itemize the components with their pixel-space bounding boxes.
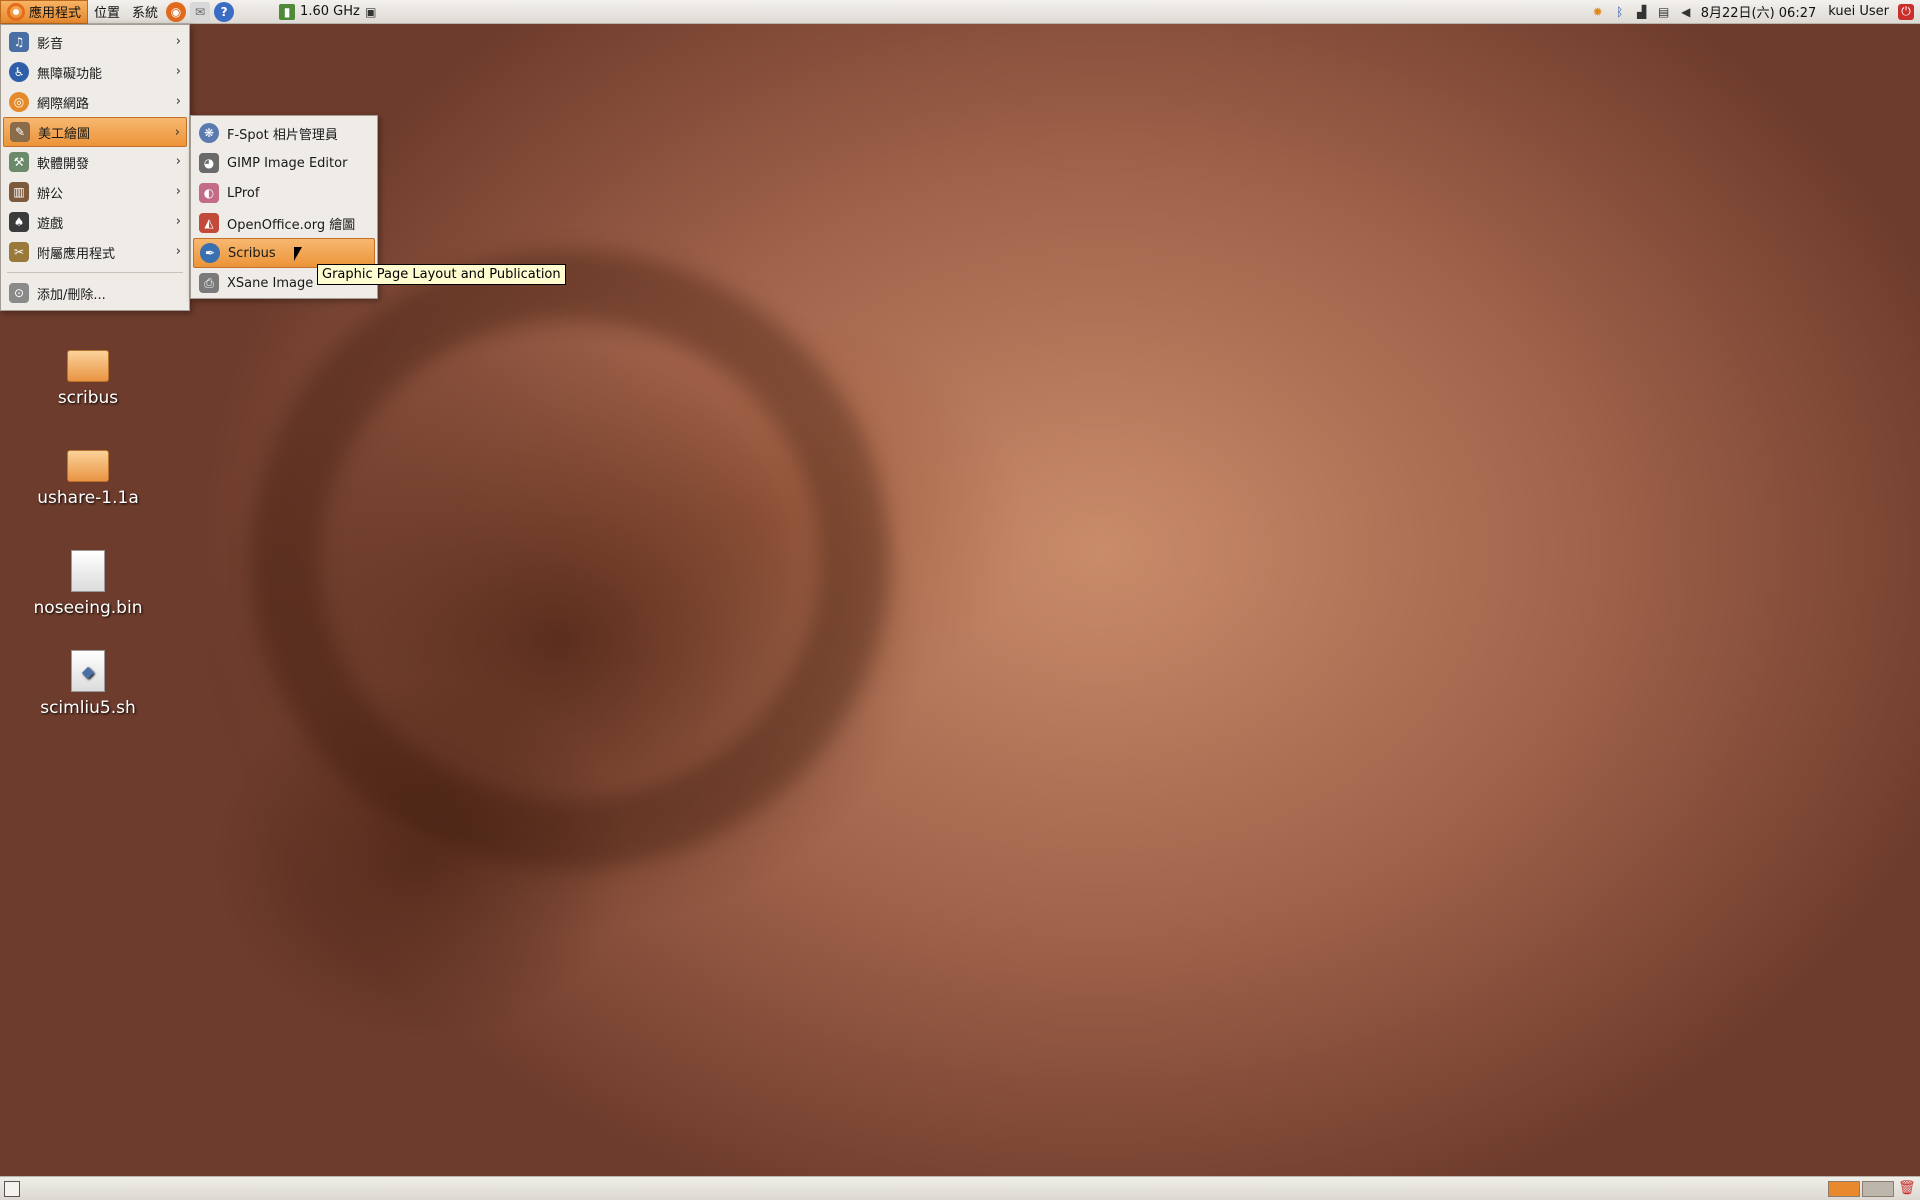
menu-item-label: 美工繪圖 bbox=[38, 126, 91, 142]
submenu-item-label: F-Spot 相片管理員 bbox=[227, 127, 338, 143]
openoffice-draw-icon: ◭ bbox=[199, 213, 219, 233]
desktop-icon-label: ushare-1.1a bbox=[37, 488, 139, 508]
chevron-right-icon: › bbox=[175, 154, 181, 169]
office-icon: ▥ bbox=[9, 182, 29, 202]
fspot-icon: ❋ bbox=[199, 123, 219, 143]
submenu-item-gimp[interactable]: ◕ GIMP Image Editor bbox=[193, 148, 375, 178]
applications-menu-button[interactable]: 應用程式 bbox=[0, 0, 89, 24]
printer-icon[interactable]: ▤ bbox=[1656, 4, 1672, 20]
submenu-item-label: OpenOffice.org 繪圖 bbox=[227, 217, 356, 233]
desktop-icon-label: noseeing.bin bbox=[33, 598, 143, 618]
menu-item-games[interactable]: ♠ 遊戲 › bbox=[3, 207, 187, 237]
chevron-right-icon: › bbox=[175, 64, 181, 79]
menu-item-label: 遊戲 bbox=[37, 216, 64, 232]
menu-item-graphics[interactable]: ✎ 美工繪圖 › bbox=[3, 117, 187, 147]
workspace-2[interactable] bbox=[1862, 1181, 1894, 1197]
power-icon[interactable]: ⏻ bbox=[1898, 3, 1914, 20]
chevron-right-icon: › bbox=[175, 244, 181, 259]
menu-item-label: 影音 bbox=[37, 36, 64, 52]
menu-item-label: 辦公 bbox=[37, 186, 64, 202]
update-notifier-icon[interactable]: ✹ bbox=[1590, 4, 1606, 20]
mail-launcher-icon[interactable]: ✉ bbox=[190, 1, 211, 22]
file-icon bbox=[71, 550, 105, 592]
cpu-freq-icon[interactable]: ▮ bbox=[279, 3, 296, 20]
chevron-right-icon: › bbox=[175, 214, 181, 229]
folder-icon bbox=[67, 450, 109, 482]
submenu-item-lprof[interactable]: ◐ LProf bbox=[193, 178, 375, 208]
system-menu-button[interactable]: 系統 bbox=[126, 0, 164, 24]
multimedia-icon: ♫ bbox=[9, 32, 29, 52]
places-label: 位置 bbox=[94, 6, 121, 21]
desktop-icon-label: scribus bbox=[57, 388, 119, 408]
desktop-icon-scimliu5[interactable]: ◆ scimliu5.sh bbox=[18, 650, 158, 718]
network-icon[interactable]: ▟ bbox=[1634, 4, 1650, 20]
internet-icon: ◎ bbox=[9, 92, 29, 112]
submenu-item-label: XSane Image bbox=[227, 275, 314, 291]
system-label: 系統 bbox=[132, 6, 159, 21]
xsane-icon: ⎙ bbox=[199, 273, 219, 293]
submenu-item-label: GIMP Image Editor bbox=[227, 155, 348, 171]
folder-icon bbox=[67, 350, 109, 382]
menu-item-office[interactable]: ▥ 辦公 › bbox=[3, 177, 187, 207]
firefox-launcher-icon[interactable]: ◉ bbox=[166, 1, 187, 22]
scribus-tooltip: Graphic Page Layout and Publication bbox=[317, 264, 566, 285]
volume-icon[interactable]: ◀ bbox=[1678, 4, 1694, 20]
menu-item-internet[interactable]: ◎ 網際網路 › bbox=[3, 87, 187, 117]
chevron-right-icon: › bbox=[174, 125, 180, 140]
user-name[interactable]: kuei User bbox=[1828, 4, 1889, 19]
menu-item-label: 軟體開發 bbox=[37, 156, 90, 172]
menu-item-accessibility[interactable]: ♿ 無障礙功能 › bbox=[3, 57, 187, 87]
chevron-right-icon: › bbox=[175, 94, 181, 109]
development-icon: ⚒ bbox=[9, 152, 29, 172]
places-menu-button[interactable]: 位置 bbox=[88, 0, 126, 24]
menu-item-multimedia[interactable]: ♫ 影音 › bbox=[3, 27, 187, 57]
wallpaper-ring bbox=[250, 250, 890, 870]
submenu-item-label: Scribus bbox=[228, 245, 276, 261]
bluetooth-icon[interactable]: ᛒ bbox=[1612, 4, 1628, 20]
trash-icon[interactable]: 🗑 bbox=[1898, 1180, 1916, 1198]
applications-menu: ♫ 影音 › ♿ 無障礙功能 › ◎ 網際網路 › ✎ 美工繪圖 › ⚒ 軟體開… bbox=[0, 24, 190, 311]
cpu-freq-label: 1.60 GHz bbox=[300, 4, 360, 19]
applications-label: 應用程式 bbox=[29, 6, 82, 21]
menu-item-label: 網際網路 bbox=[37, 96, 90, 112]
menu-item-label: 添加/刪除... bbox=[37, 287, 106, 303]
accessories-icon: ✂ bbox=[9, 242, 29, 262]
gimp-icon: ◕ bbox=[199, 153, 219, 173]
top-panel: 應用程式 位置 系統 ◉ ✉ ? ▮ 1.60 GHz ▣ ✹ ᛒ ▟ ▤ ◀ … bbox=[0, 0, 1920, 24]
scribus-icon: ✒ bbox=[200, 243, 220, 263]
mouse-pointer-icon bbox=[294, 247, 302, 261]
menu-separator bbox=[7, 272, 183, 273]
ubuntu-logo-icon bbox=[7, 2, 25, 21]
package-icon: ⊙ bbox=[9, 283, 29, 303]
desktop-icon-scribus[interactable]: scribus bbox=[18, 350, 158, 408]
clock[interactable]: 8月22日(六) 06:27 bbox=[1701, 2, 1817, 21]
desktop-icon-noseeing[interactable]: noseeing.bin bbox=[18, 550, 158, 618]
chevron-right-icon: › bbox=[175, 34, 181, 49]
menu-item-accessories[interactable]: ✂ 附屬應用程式 › bbox=[3, 237, 187, 267]
submenu-item-label: LProf bbox=[227, 185, 260, 201]
games-icon: ♠ bbox=[9, 212, 29, 232]
desktop-icon-ushare[interactable]: ushare-1.1a bbox=[18, 450, 158, 508]
menu-item-label: 無障礙功能 bbox=[37, 66, 103, 82]
graphics-icon: ✎ bbox=[10, 122, 30, 142]
submenu-item-oo-draw[interactable]: ◭ OpenOffice.org 繪圖 bbox=[193, 208, 375, 238]
script-icon: ◆ bbox=[71, 650, 105, 692]
bottom-panel: 🗑 bbox=[0, 1176, 1920, 1200]
show-desktop-icon[interactable] bbox=[4, 1181, 20, 1197]
screenshot-icon[interactable]: ▣ bbox=[363, 4, 379, 20]
workspace-1[interactable] bbox=[1828, 1181, 1860, 1197]
menu-item-development[interactable]: ⚒ 軟體開發 › bbox=[3, 147, 187, 177]
menu-item-add-remove[interactable]: ⊙ 添加/刪除... bbox=[3, 278, 187, 308]
submenu-item-fspot[interactable]: ❋ F-Spot 相片管理員 bbox=[193, 118, 375, 148]
desktop-icon-label: scimliu5.sh bbox=[40, 698, 136, 718]
chevron-right-icon: › bbox=[175, 184, 181, 199]
menu-item-label: 附屬應用程式 bbox=[37, 246, 116, 262]
accessibility-icon: ♿ bbox=[9, 62, 29, 82]
lprof-icon: ◐ bbox=[199, 183, 219, 203]
help-launcher-icon[interactable]: ? bbox=[214, 1, 235, 22]
